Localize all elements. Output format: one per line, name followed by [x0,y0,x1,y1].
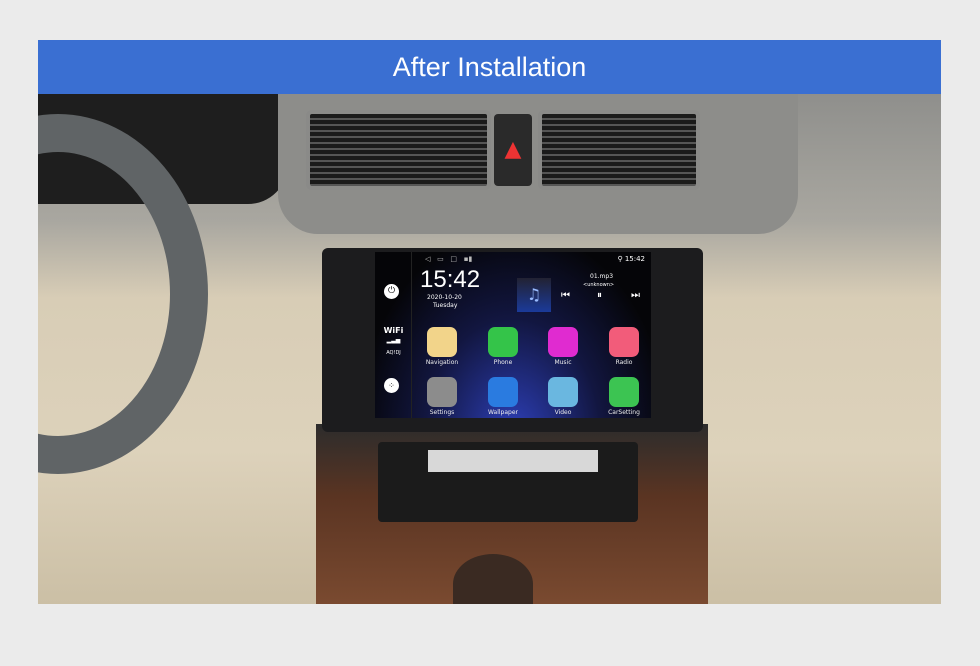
app-label[interactable]: Music [533,359,593,366]
signal-icon: ▂▃▅ [386,337,401,344]
air-vent-right [538,110,700,190]
recent-apps-icon[interactable]: □ [450,255,457,263]
climate-control [378,442,638,522]
banner: After Installation [38,40,941,94]
nav-bar: ◁ ▭ □ ▪▮ [425,255,472,263]
apps-button[interactable]: ⁘ [384,378,399,393]
music-icon[interactable] [548,327,578,357]
car-setting-icon[interactable] [609,377,639,407]
pause-icon[interactable]: ⏸ [597,290,602,301]
back-icon[interactable]: ◁ [425,255,430,263]
banner-title: After Installation [392,51,587,82]
head-unit-screen: ◁ ▭ □ ▪▮ ⚲ 15:42 ⏻ WiFi ▂▃▅ AQ!DJ ⁘ 15:4… [375,252,651,418]
wifi-label: WiFi [383,326,404,335]
wallpaper-icon[interactable] [488,377,518,407]
previous-icon[interactable]: ⏮ [561,290,570,301]
climate-display [428,450,598,472]
home-icon[interactable]: ▭ [437,255,444,263]
phone-icon[interactable] [488,327,518,357]
status-bar: ⚲ 15:42 [617,255,645,263]
network-name: AQ!DJ [386,350,401,356]
video-icon[interactable] [548,377,578,407]
side-panel: ⏻ WiFi ▂▃▅ AQ!DJ ⁘ [375,252,412,418]
track-name: 01.mp3 [590,273,614,280]
app-label[interactable]: Navigation [412,359,472,366]
radio-icon[interactable] [609,327,639,357]
air-vent-left [306,110,491,190]
album-art: ♫ [517,278,551,312]
date: 2020-10-20 [427,294,462,301]
location-icon: ⚲ [617,255,623,263]
split-icon[interactable]: ▪▮ [464,255,473,263]
app-label[interactable]: Video [533,409,593,416]
app-label[interactable]: Wallpaper [473,409,533,416]
settings-icon[interactable] [427,377,457,407]
hazard-button: ▲ [494,114,532,186]
app-label[interactable]: Radio [594,359,651,366]
power-button[interactable]: ⏻ [384,284,399,299]
navigation-icon[interactable] [427,327,457,357]
status-time: 15:42 [624,255,645,263]
app-label[interactable]: CarSetting [594,409,651,416]
next-icon[interactable]: ⏭ [631,290,640,301]
day: Tuesday [433,302,458,309]
clock: 15:42 [420,266,481,293]
artist-name: <unknown> [583,282,615,288]
dashboard-photo: ▲ ◁ ▭ □ ▪▮ ⚲ 15:42 ⏻ WiFi ▂▃▅ AQ!DJ ⁘ 15… [38,94,941,604]
app-label[interactable]: Phone [473,359,533,366]
app-label[interactable]: Settings [412,409,472,416]
